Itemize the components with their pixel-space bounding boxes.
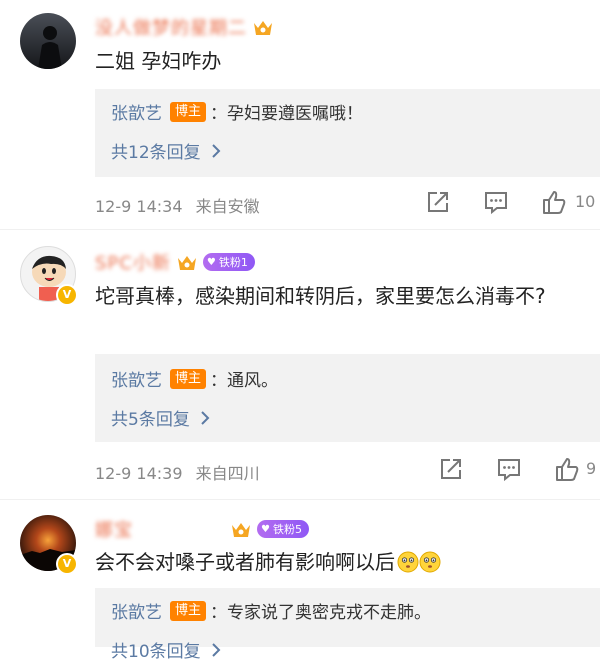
fan-level-label: 铁粉5 [272,523,302,536]
view-more-replies-link[interactable]: 共10条回复 [111,637,221,662]
comment-item: V 娜宝 ♥ 铁粉5 会不会对嗓子或者肺有影响啊以后 张歆艺 博主 ：专家说了奥… [0,0,600,662]
more-replies-label: 共10条回复 [111,642,201,662]
crown-icon [232,522,250,537]
username[interactable]: 娜宝 [95,516,225,542]
heart-icon: ♥ [261,523,270,535]
reply-author[interactable]: 张歆艺 [111,598,162,623]
verified-v-icon: V [56,553,78,575]
embarrassed-emoji-icon [397,551,419,573]
chevron-right-icon [211,642,221,657]
comment-text-body: 会不会对嗓子或者肺有影响啊以后 [95,550,395,574]
reply-box[interactable]: 张歆艺 博主 ：专家说了奥密克戎不走肺。 共10条回复 [95,588,600,662]
comment-text: 会不会对嗓子或者肺有影响啊以后 [95,545,585,579]
fan-level-badge: ♥ 铁粉5 [257,520,309,538]
embarrassed-emoji-icon [419,551,441,573]
username-row: 娜宝 ♥ 铁粉5 [95,516,309,542]
reply-text: ：专家说了奥密克戎不走肺。 [210,603,432,623]
reply-line: 张歆艺 博主 ：专家说了奥密克戎不走肺。 [111,598,431,623]
host-badge: 博主 [170,600,207,621]
